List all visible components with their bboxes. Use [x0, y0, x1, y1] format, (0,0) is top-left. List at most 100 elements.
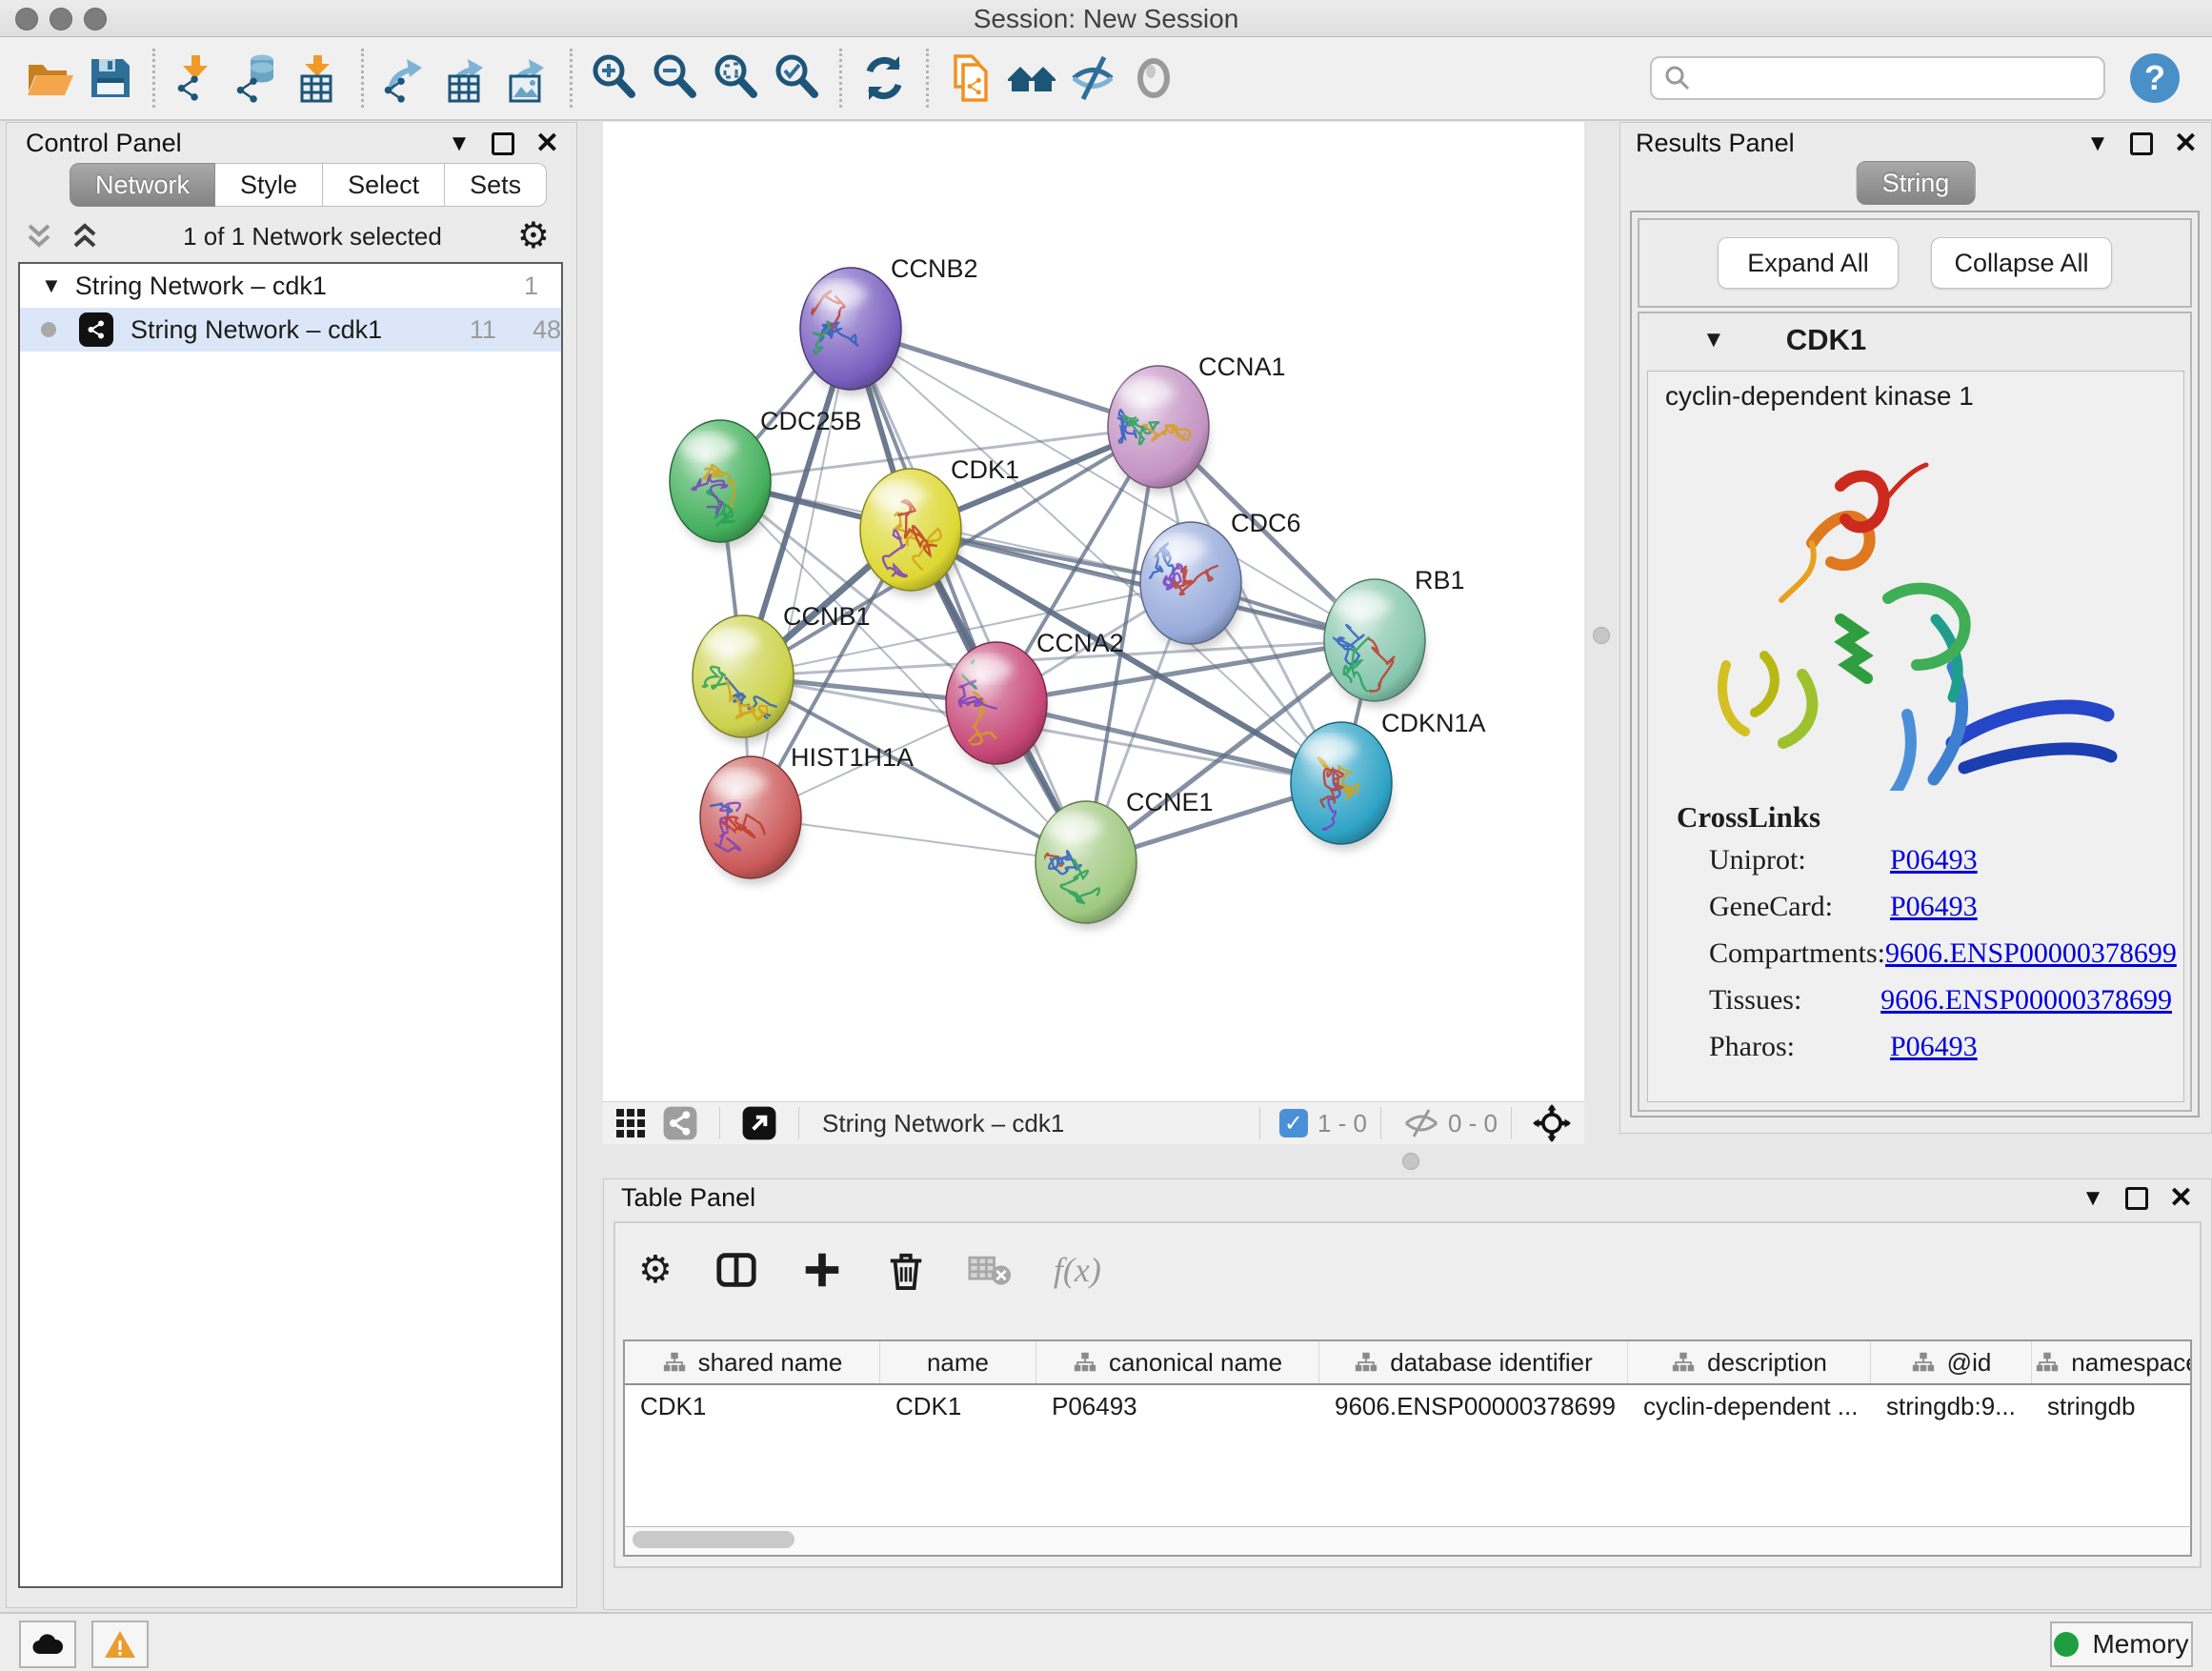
split-column-icon[interactable]	[714, 1248, 758, 1292]
panel-menu-icon[interactable]: ▼	[2081, 1185, 2104, 1212]
panel-close-icon[interactable]: ✕	[535, 130, 559, 158]
import-table-button[interactable]	[289, 47, 350, 110]
collection-count: 1	[524, 272, 538, 301]
panel-menu-icon[interactable]: ▼	[448, 131, 471, 157]
network-canvas[interactable]: CCNB2CCNA1CDC25BCDK1CDC6RB1CCNB1CCNA2CDK…	[603, 122, 1584, 1101]
table-cell[interactable]: stringdb:9...	[1871, 1385, 2032, 1427]
results-panel-title: Results Panel	[1636, 129, 1795, 158]
table-cell[interactable]: stringdb	[2032, 1385, 2192, 1427]
zoom-fit-content-button[interactable]	[706, 47, 767, 110]
panel-close-icon[interactable]: ✕	[2174, 130, 2198, 158]
column-header-id[interactable]: @id	[1871, 1341, 2032, 1383]
table-horizontal-scrollbar[interactable]	[623, 1526, 2192, 1557]
delete-column-icon[interactable]	[886, 1248, 926, 1292]
string-network-icon	[79, 312, 113, 347]
search-input[interactable]	[1692, 63, 2092, 94]
table-settings-gear-icon[interactable]: ⚙	[638, 1251, 673, 1289]
show-all-button[interactable]	[1123, 47, 1184, 110]
hidden-eye-slash-icon[interactable]	[1402, 1107, 1440, 1139]
table-cell[interactable]: 9606.ENSP00000378699	[1319, 1385, 1628, 1427]
network-node-CDC6[interactable]: CDC6	[1140, 509, 1301, 650]
crosslink-value-link[interactable]: P06493	[1890, 1031, 1978, 1063]
export-image-button[interactable]	[497, 47, 558, 110]
open-session-button[interactable]	[19, 47, 80, 110]
main-toolbar: ?	[0, 37, 2212, 121]
zoom-selected-region-button[interactable]	[767, 47, 828, 110]
crosslink-value-link[interactable]: P06493	[1890, 891, 1978, 923]
table-cell[interactable]: cyclin-dependent ...	[1628, 1385, 1871, 1427]
add-column-icon[interactable]	[800, 1248, 844, 1292]
node-label: CDC25B	[760, 407, 862, 435]
column-header-canonical-name[interactable]: canonical name	[1036, 1341, 1319, 1383]
tab-style[interactable]: Style	[215, 163, 323, 207]
network-node-CDC25B[interactable]: CDC25B	[670, 407, 862, 548]
memory-button[interactable]: Memory	[2050, 1621, 2193, 1667]
crosslink-label: Compartments:	[1709, 937, 1885, 970]
import-network-button[interactable]	[167, 47, 228, 110]
hide-selected-button[interactable]	[1062, 47, 1123, 110]
node-table[interactable]: shared namenamecanonical namedatabase id…	[623, 1339, 2192, 1526]
warnings-button[interactable]	[91, 1621, 149, 1668]
column-header-name[interactable]: name	[880, 1341, 1036, 1383]
import-network-from-database-button[interactable]	[228, 47, 289, 110]
table-row[interactable]: CDK1CDK1P064939606.ENSP00000378699cyclin…	[625, 1385, 2190, 1427]
network-edge[interactable]	[851, 329, 1086, 862]
network-node-CCNA1[interactable]: CCNA1	[1108, 352, 1286, 493]
collapse-all-button[interactable]: Collapse All	[1931, 237, 2112, 289]
collection-caret-icon[interactable]: ▼	[41, 273, 62, 298]
apply-preferred-layout-button[interactable]	[854, 47, 915, 110]
network-collection-row[interactable]: ▼ String Network – cdk1 1	[20, 264, 561, 308]
column-header-shared-name[interactable]: shared name	[625, 1341, 880, 1383]
panel-float-icon[interactable]	[2130, 132, 2153, 155]
network-node-CDKN1A[interactable]: CDKN1A	[1287, 709, 1486, 850]
network-options-gear-icon[interactable]: ⚙	[517, 218, 550, 254]
network-row[interactable]: String Network – cdk1 11 48	[20, 308, 561, 352]
entry-caret-icon[interactable]: ▼	[1702, 327, 1725, 353]
protein-structure-image	[1667, 429, 2162, 791]
center-view-icon[interactable]	[1533, 1104, 1571, 1142]
panel-menu-icon[interactable]: ▼	[2086, 131, 2109, 157]
clone-network-button[interactable]	[940, 47, 1001, 110]
network-node-CCNB1[interactable]: CCNB1	[685, 602, 870, 743]
network-node-CCNE1[interactable]: CCNE1	[1006, 788, 1213, 929]
cloud-status-button[interactable]	[19, 1621, 76, 1668]
table-cell[interactable]: CDK1	[880, 1385, 1036, 1427]
table-cell[interactable]: CDK1	[625, 1385, 880, 1427]
zoom-out-button[interactable]	[645, 47, 706, 110]
expand-all-button[interactable]: Expand All	[1718, 237, 1899, 289]
column-header-database-identifier[interactable]: database identifier	[1319, 1341, 1628, 1383]
save-session-button[interactable]	[80, 47, 141, 110]
scrollbar-thumb[interactable]	[633, 1531, 794, 1548]
network-node-HIST1H1A[interactable]: HIST1H1A	[665, 743, 914, 884]
search-box[interactable]	[1650, 56, 2105, 100]
node-result-header[interactable]: ▼ CDK1	[1639, 313, 2190, 367]
node-label: CCNA2	[1036, 629, 1124, 657]
horizontal-splitter-handle[interactable]	[1402, 1153, 1419, 1170]
help-button[interactable]: ?	[2130, 53, 2180, 103]
network-node-RB1[interactable]: RB1	[1323, 566, 1464, 710]
zoom-in-button[interactable]	[584, 47, 645, 110]
panel-float-icon[interactable]	[2125, 1187, 2148, 1210]
expand-all-icon[interactable]	[70, 220, 100, 252]
collapse-all-icon[interactable]	[24, 220, 54, 252]
crosslink-value-link[interactable]: 9606.ENSP00000378699	[1880, 984, 2172, 1017]
network-share-icon[interactable]	[662, 1105, 698, 1141]
tab-sets[interactable]: Sets	[445, 163, 547, 207]
selected-checkbox-icon[interactable]: ✓	[1279, 1109, 1308, 1137]
crosslink-value-link[interactable]: 9606.ENSP00000378699	[1885, 937, 2177, 970]
crosslink-value-link[interactable]: P06493	[1890, 844, 1978, 876]
open-in-window-icon[interactable]	[741, 1105, 777, 1141]
tab-network[interactable]: Network	[70, 163, 215, 207]
tab-string[interactable]: String	[1857, 161, 1976, 205]
vertical-splitter-handle[interactable]	[1593, 627, 1610, 644]
tab-select[interactable]: Select	[323, 163, 445, 207]
overview-grid-icon[interactable]	[614, 1107, 647, 1139]
panel-close-icon[interactable]: ✕	[2169, 1184, 2193, 1213]
column-header-namespace[interactable]: namespace	[2032, 1341, 2192, 1383]
change-network-home-button[interactable]	[1001, 47, 1062, 110]
export-table-button[interactable]	[436, 47, 497, 110]
export-network-button[interactable]	[375, 47, 436, 110]
panel-float-icon[interactable]	[492, 132, 514, 155]
table-cell[interactable]: P06493	[1036, 1385, 1319, 1427]
column-header-description[interactable]: description	[1628, 1341, 1871, 1383]
